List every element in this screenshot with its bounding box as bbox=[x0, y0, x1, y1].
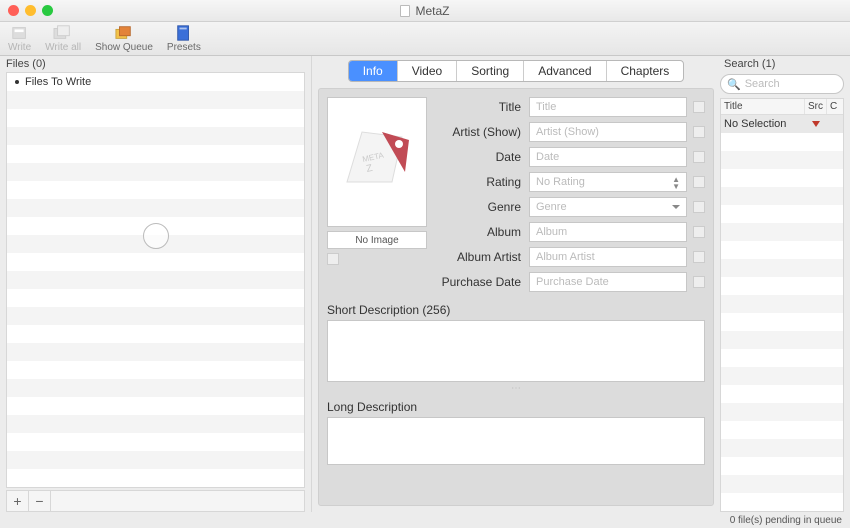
tab-chapters[interactable]: Chapters bbox=[607, 61, 684, 81]
album-artist-checkbox[interactable] bbox=[693, 251, 705, 263]
col-src[interactable]: Src bbox=[805, 99, 827, 114]
presets-icon bbox=[173, 24, 195, 42]
status-text: 0 file(s) pending in queue bbox=[730, 515, 842, 526]
date-input[interactable]: Date bbox=[529, 147, 687, 167]
files-to-write-label: Files To Write bbox=[25, 76, 91, 88]
artist-checkbox[interactable] bbox=[693, 126, 705, 138]
album-checkbox[interactable] bbox=[693, 226, 705, 238]
show-queue-button[interactable]: Show Queue bbox=[95, 24, 153, 55]
title-label: Title bbox=[437, 100, 529, 114]
genre-label: Genre bbox=[437, 200, 529, 214]
search-placeholder: Search bbox=[745, 78, 780, 90]
editor-pane: Info Video Sorting Advanced Chapters bbox=[312, 56, 720, 512]
document-icon bbox=[400, 5, 410, 17]
genre-checkbox[interactable] bbox=[693, 201, 705, 213]
remove-file-button[interactable]: − bbox=[29, 491, 51, 511]
status-bar: 0 file(s) pending in queue bbox=[0, 512, 850, 528]
window-title: MetaZ bbox=[0, 4, 850, 18]
splitter-grip[interactable]: ⋯ bbox=[327, 383, 705, 394]
long-desc-label: Long Description bbox=[327, 400, 705, 414]
album-input[interactable]: Album bbox=[529, 222, 687, 242]
write-label: Write bbox=[8, 42, 31, 53]
no-image-button[interactable]: No Image bbox=[327, 231, 427, 249]
album-artist-label: Album Artist bbox=[437, 250, 529, 264]
info-editor: META Z No Image Title Title bbox=[318, 88, 714, 506]
short-desc-label: Short Description (256) bbox=[327, 303, 705, 317]
artist-label: Artist (Show) bbox=[437, 125, 529, 139]
search-icon: 🔍 bbox=[727, 78, 741, 91]
write-all-label: Write all bbox=[45, 42, 81, 53]
genre-select[interactable]: Genre bbox=[529, 197, 687, 217]
files-list[interactable]: Files To Write bbox=[6, 72, 305, 488]
search-input[interactable]: 🔍 Search bbox=[720, 74, 844, 94]
search-table-header: Title Src C bbox=[721, 99, 843, 115]
rating-select[interactable]: No Rating ▲▼ bbox=[529, 172, 687, 192]
presets-button[interactable]: Presets bbox=[167, 24, 201, 55]
stepper-icon: ▲▼ bbox=[672, 176, 680, 190]
short-desc-input[interactable] bbox=[327, 320, 705, 382]
presets-label: Presets bbox=[167, 42, 201, 53]
write-icon bbox=[9, 24, 31, 42]
window-title-text: MetaZ bbox=[415, 4, 449, 18]
drop-target-circle bbox=[143, 223, 169, 249]
rating-label: Rating bbox=[437, 175, 529, 189]
col-title[interactable]: Title bbox=[721, 99, 805, 114]
search-header: Search (1) bbox=[720, 56, 844, 72]
toolbar: Write Write all Show Queue Presets bbox=[0, 22, 850, 56]
artwork-checkbox[interactable] bbox=[327, 253, 339, 265]
tabs: Info Video Sorting Advanced Chapters bbox=[318, 60, 714, 82]
files-to-write-header[interactable]: Files To Write bbox=[7, 73, 304, 91]
album-label: Album bbox=[437, 225, 529, 239]
artist-input[interactable]: Artist (Show) bbox=[529, 122, 687, 142]
purchase-date-input[interactable]: Purchase Date bbox=[529, 272, 687, 292]
rating-checkbox[interactable] bbox=[693, 176, 705, 188]
tab-sorting[interactable]: Sorting bbox=[457, 61, 524, 81]
write-all-icon bbox=[52, 24, 74, 42]
write-all-button[interactable]: Write all bbox=[45, 24, 81, 55]
artwork-placeholder-icon: META Z bbox=[337, 122, 417, 202]
title-checkbox[interactable] bbox=[693, 101, 705, 113]
artwork-box: META Z No Image bbox=[327, 97, 427, 297]
search-results-table[interactable]: Title Src C No Selection bbox=[720, 98, 844, 512]
tab-info[interactable]: Info bbox=[349, 61, 398, 81]
tab-video[interactable]: Video bbox=[398, 61, 457, 81]
add-file-button[interactable]: + bbox=[7, 491, 29, 511]
purchase-date-checkbox[interactable] bbox=[693, 276, 705, 288]
write-button[interactable]: Write bbox=[8, 24, 31, 55]
album-artist-input[interactable]: Album Artist bbox=[529, 247, 687, 267]
show-queue-icon bbox=[113, 24, 135, 42]
purchase-date-label: Purchase Date bbox=[437, 275, 529, 289]
show-queue-label: Show Queue bbox=[95, 42, 153, 53]
files-footer: + − bbox=[6, 490, 305, 512]
date-checkbox[interactable] bbox=[693, 151, 705, 163]
search-result-row[interactable]: No Selection bbox=[721, 115, 843, 133]
metadata-fields: Title Title Artist (Show) Artist (Show) … bbox=[437, 97, 705, 297]
search-row-title: No Selection bbox=[721, 118, 805, 130]
main-content: Files (0) Files To Write + − Info Video … bbox=[0, 56, 850, 512]
tab-advanced[interactable]: Advanced bbox=[524, 61, 606, 81]
artwork-frame[interactable]: META Z bbox=[327, 97, 427, 227]
search-pane: Search (1) 🔍 Search Title Src C No Selec… bbox=[720, 56, 850, 512]
long-desc-input[interactable] bbox=[327, 417, 705, 465]
bullet-icon bbox=[15, 80, 19, 84]
col-c[interactable]: C bbox=[827, 99, 843, 114]
files-pane: Files (0) Files To Write + − bbox=[0, 56, 312, 512]
title-input[interactable]: Title bbox=[529, 97, 687, 117]
marker-icon bbox=[812, 121, 820, 127]
date-label: Date bbox=[437, 150, 529, 164]
titlebar: MetaZ bbox=[0, 0, 850, 22]
files-header: Files (0) bbox=[0, 56, 311, 72]
